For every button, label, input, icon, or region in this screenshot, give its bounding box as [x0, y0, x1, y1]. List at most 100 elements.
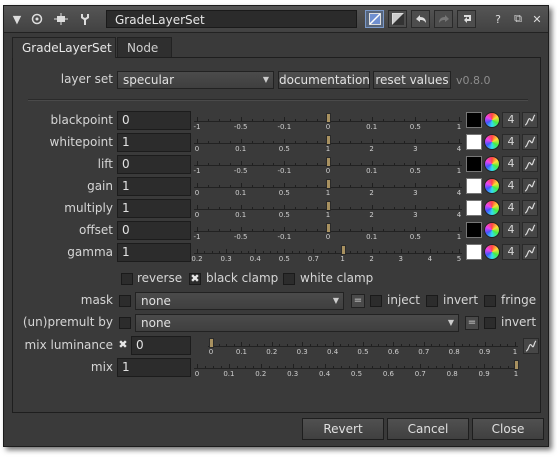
mix-luminance-enable-checkbox[interactable]: ✖ — [117, 339, 129, 352]
curve-editor-icon[interactable] — [522, 178, 538, 194]
layer-set-dropdown[interactable]: specular ▼ — [117, 71, 274, 89]
mix-slider[interactable]: 0 0.1 0.2 0.3 0.4 0.5 0.6 0.7 0.8 0.9 1 — [194, 359, 519, 379]
help-icon[interactable]: ? — [489, 10, 507, 28]
mix-luminance-slider-minor-tick — [332, 344, 334, 346]
white-clamp-checkbox[interactable] — [283, 273, 295, 285]
offset-channels-button[interactable]: 4 — [502, 222, 520, 238]
mask-invert-checkbox[interactable] — [426, 295, 438, 307]
color-wheel-icon[interactable] — [484, 200, 500, 216]
mix-luminance-slider-handle[interactable] — [209, 338, 214, 348]
multiply-input[interactable]: 1 — [117, 199, 191, 218]
node-color-icon[interactable] — [388, 10, 407, 28]
reset-values-button[interactable]: reset values — [373, 71, 451, 89]
gain-slider-handle[interactable] — [326, 179, 331, 189]
mix-input[interactable]: 1 — [117, 358, 191, 377]
multiply-slider-minor-tick — [251, 207, 253, 209]
revert-icon[interactable] — [457, 10, 476, 28]
premult-dropdown[interactable]: none ▼ — [135, 314, 459, 332]
mix-luminance-curve-icon[interactable] — [523, 338, 539, 354]
cancel-button[interactable]: Cancel — [387, 418, 469, 440]
color-wheel-icon[interactable] — [484, 178, 500, 194]
inject-checkbox[interactable] — [370, 295, 382, 307]
offset-slider[interactable]: -1 -0.5 -0.1 0 0.1 0.5 1 — [194, 222, 462, 242]
center-node-icon[interactable] — [52, 10, 70, 28]
gamma-slider[interactable]: 0.2 0.3 0.4 0.5 0.7 1 2 3 4 5 — [191, 244, 462, 264]
whitepoint-slider-minor-tick — [218, 141, 220, 143]
curve-editor-icon[interactable] — [522, 222, 538, 238]
node-name-input[interactable]: GradeLayerSet — [106, 10, 357, 28]
lift-input[interactable]: 0 — [117, 155, 191, 174]
gamma-slider-handle[interactable] — [340, 245, 346, 255]
lift-slider-handle[interactable] — [326, 157, 331, 167]
blackpoint-slider-handle[interactable] — [326, 113, 331, 123]
node-view-icon[interactable] — [28, 10, 46, 28]
whitepoint-channels-button[interactable]: 4 — [502, 134, 520, 150]
close-button[interactable]: Close — [472, 418, 544, 440]
curve-editor-icon[interactable] — [522, 134, 538, 150]
curve-editor-icon[interactable] — [522, 244, 538, 260]
lift-channels-button[interactable]: 4 — [502, 156, 520, 172]
tab-node[interactable]: Node — [117, 37, 172, 57]
gamma-slider-minor-tick — [320, 251, 322, 253]
mix-luminance-slider[interactable]: 0 0.1 0.2 0.3 0.4 0.5 0.6 0.7 0.8 0.9 1 — [208, 337, 518, 357]
tab-gradelayerset[interactable]: GradeLayerSet — [12, 37, 116, 58]
collapse-triangle-icon[interactable]: ▼ — [8, 10, 26, 28]
blackpoint-channels-button[interactable]: 4 — [502, 112, 520, 128]
gain-slider[interactable]: 0 0.1 0.5 1 2 3 4 — [194, 178, 462, 198]
multiply-slider-handle[interactable] — [326, 201, 331, 211]
gain-channels-button[interactable]: 4 — [502, 178, 520, 194]
gamma-input[interactable]: 1 — [117, 243, 191, 262]
gain-slider-minor-tick — [251, 185, 253, 187]
mix-luminance-input[interactable]: 0 — [131, 336, 191, 355]
whitepoint-slider-handle[interactable] — [326, 135, 331, 145]
color-wheel-icon[interactable] — [484, 112, 500, 128]
multiply-channels-button[interactable]: 4 — [502, 200, 520, 216]
close-panel-icon[interactable]: ✕ — [528, 10, 546, 28]
color-wheel-icon[interactable] — [484, 244, 500, 260]
lift-slider[interactable]: -1 -0.5 -0.1 0 0.1 0.5 1 — [194, 156, 462, 176]
mask-dropdown[interactable]: none ▼ — [135, 292, 344, 310]
wrench-icon[interactable] — [76, 10, 94, 28]
curve-editor-icon[interactable] — [522, 112, 538, 128]
multiply-slider[interactable]: 0 0.1 0.5 1 2 3 4 — [194, 200, 462, 220]
mask-link-button[interactable]: = — [351, 294, 365, 308]
multiply-slider-minor-tick — [284, 207, 286, 209]
premult-enable-checkbox[interactable] — [119, 317, 131, 329]
reverse-checkbox[interactable] — [121, 273, 133, 285]
premult-link-button[interactable]: = — [465, 316, 479, 330]
offset-color-swatch[interactable] — [466, 222, 482, 238]
mix-luminance-slider-minor-tick — [294, 344, 296, 346]
offset-slider-handle[interactable] — [326, 223, 331, 233]
whitepoint-slider[interactable]: 0 0.1 0.5 1 2 3 4 — [194, 134, 462, 154]
blackpoint-color-swatch[interactable] — [466, 112, 482, 128]
gain-input[interactable]: 1 — [117, 177, 191, 196]
gain-slider-minor-tick — [273, 185, 275, 187]
redo-icon[interactable] — [434, 10, 453, 28]
color-wheel-icon[interactable] — [484, 222, 500, 238]
multiply-color-swatch[interactable] — [466, 200, 482, 216]
gamma-color-swatch[interactable] — [466, 244, 482, 260]
blackpoint-input[interactable]: 0 — [117, 111, 191, 130]
whitepoint-input[interactable]: 1 — [117, 133, 191, 152]
color-swatch-icon[interactable] — [365, 10, 384, 28]
mix-slider-handle[interactable] — [514, 360, 519, 370]
documentation-button[interactable]: documentation — [278, 71, 370, 89]
color-wheel-icon[interactable] — [484, 156, 500, 172]
gain-color-swatch[interactable] — [466, 178, 482, 194]
color-wheel-icon[interactable] — [484, 134, 500, 150]
revert-button[interactable]: Revert — [302, 418, 384, 440]
undo-icon[interactable] — [411, 10, 430, 28]
lift-color-swatch[interactable] — [466, 156, 482, 172]
gamma-channels-button[interactable]: 4 — [502, 244, 520, 260]
fringe-checkbox[interactable] — [484, 295, 496, 307]
mask-enable-checkbox[interactable] — [119, 295, 131, 307]
whitepoint-color-swatch[interactable] — [466, 134, 482, 150]
black-clamp-checkbox[interactable]: ✖ — [189, 273, 201, 285]
curve-editor-icon[interactable] — [522, 156, 538, 172]
float-panel-icon[interactable]: ⧉ — [509, 10, 527, 28]
offset-input[interactable]: 0 — [117, 221, 191, 240]
offset-slider-minor-tick — [295, 229, 297, 231]
premult-invert-checkbox[interactable] — [484, 317, 496, 329]
blackpoint-slider[interactable]: -1 -0.5 -0.1 0 0.1 0.5 1 — [194, 112, 462, 132]
curve-editor-icon[interactable] — [522, 200, 538, 216]
